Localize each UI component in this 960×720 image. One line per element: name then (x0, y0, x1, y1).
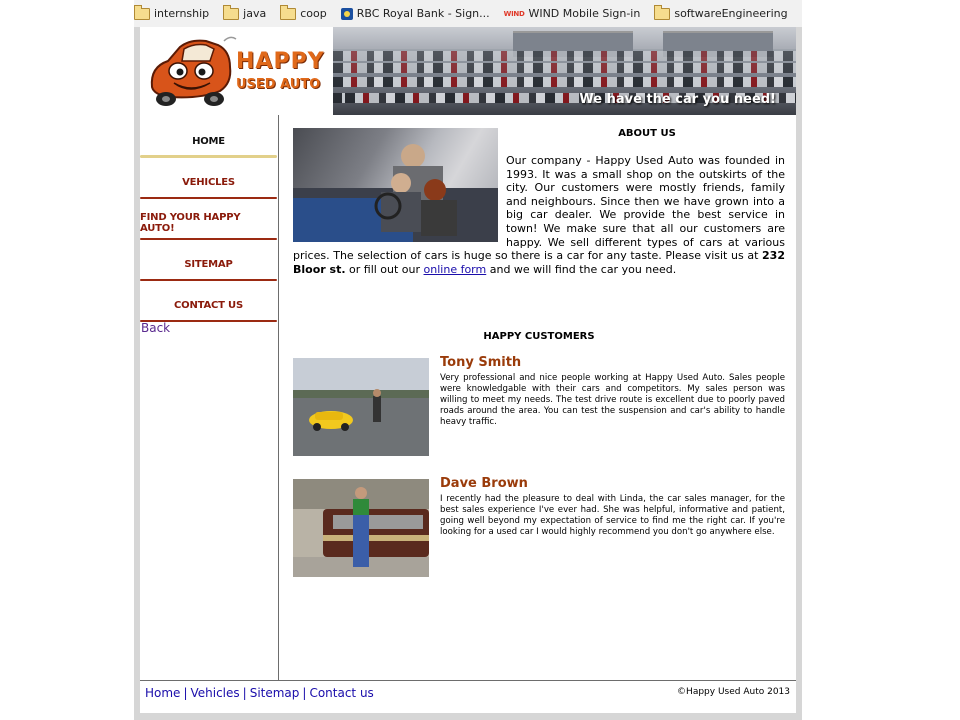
bookmark-label: java (243, 7, 267, 20)
nav-find-your-happy-auto[interactable]: Find your Happy Auto! (140, 205, 277, 241)
customer-review: I recently had the pleasure to deal with… (440, 494, 785, 537)
folder-icon (654, 4, 671, 20)
wind-icon: WIND (503, 9, 525, 18)
nav-label: Home (192, 135, 225, 147)
about-us-heading: About us (618, 128, 676, 139)
folder-icon (280, 4, 297, 20)
bookmark-softwareengineering[interactable]: softwareEngineering (654, 4, 788, 20)
folder-icon (223, 4, 240, 20)
footer-separator: | (302, 686, 307, 700)
footer-link-home[interactable]: Home (145, 686, 180, 700)
bookmark-label: softwareEngineering (674, 7, 788, 20)
bookmark-label: coop (300, 7, 327, 20)
customer-photo-tony (293, 358, 429, 456)
logo-line1: HAPPY (236, 49, 325, 74)
nav-contact-us[interactable]: Contact us (140, 287, 277, 323)
bookmark-rbc[interactable]: RBC Royal Bank - Sign... (340, 7, 490, 20)
bookmark-java[interactable]: java (223, 4, 267, 20)
footer-separator: | (242, 686, 247, 700)
nav-label: Find your Happy Auto! (140, 212, 241, 234)
nav-vehicles[interactable]: Vehicles (140, 164, 277, 200)
header-tagline: We have the car you need! (579, 92, 776, 107)
happy-customers-heading: Happy Customers (483, 331, 595, 342)
nav-label: Sitemap (184, 258, 233, 270)
customer-name: Tony Smith (440, 355, 522, 370)
bookmark-label: RBC Royal Bank - Sign... (356, 7, 490, 20)
site-logo[interactable]: HAPPY USED AUTO (140, 27, 333, 115)
nav-home[interactable]: Home (140, 123, 277, 159)
bookmark-label: WIND Mobile Sign-in (528, 7, 641, 20)
bookmark-coop[interactable]: coop (280, 4, 327, 20)
footer-separator: | (183, 686, 188, 700)
about-text-end: and we will find the car you need. (486, 262, 677, 276)
bookmark-wind[interactable]: WIND WIND Mobile Sign-in (504, 7, 641, 20)
customer-photo-dave (293, 479, 429, 577)
customer-review: Very professional and nice people workin… (440, 373, 785, 427)
nav-sitemap[interactable]: Sitemap (140, 246, 277, 282)
web-page: HAPPY USED AUTO We have the car you need… (140, 27, 796, 713)
folder-icon (134, 4, 150, 20)
footer-link-contact-us[interactable]: Contact us (309, 686, 373, 700)
footer-divider (140, 680, 796, 681)
rbc-icon (340, 7, 353, 20)
nav-label: Vehicles (182, 176, 235, 188)
bookmark-label: internship (154, 7, 210, 20)
header-car-lot-photo: We have the car you need! (333, 27, 796, 115)
sidebar-nav: Home Vehicles Find your Happy Auto! Site… (140, 115, 279, 680)
bookmark-internship[interactable]: internship (134, 4, 210, 20)
nav-label: Contact us (174, 299, 243, 311)
footer-link-sitemap[interactable]: Sitemap (250, 686, 300, 700)
logo-line2: USED AUTO (236, 77, 321, 92)
footer-links: Home | Vehicles | Sitemap | Contact us (145, 686, 374, 700)
online-form-link[interactable]: online form (424, 263, 487, 276)
about-text-mid: or fill out our (345, 262, 424, 276)
footer-link-vehicles[interactable]: Vehicles (190, 686, 239, 700)
customer-name: Dave Brown (440, 476, 528, 491)
copyright-notice: ©Happy Used Auto 2013 (677, 687, 790, 697)
bookmarks-bar: internship java coop RBC Royal Bank - Si… (134, 0, 802, 27)
about-paragraph: Our company - Happy Used Auto was founde… (293, 154, 785, 276)
back-link[interactable]: Back (141, 321, 170, 335)
